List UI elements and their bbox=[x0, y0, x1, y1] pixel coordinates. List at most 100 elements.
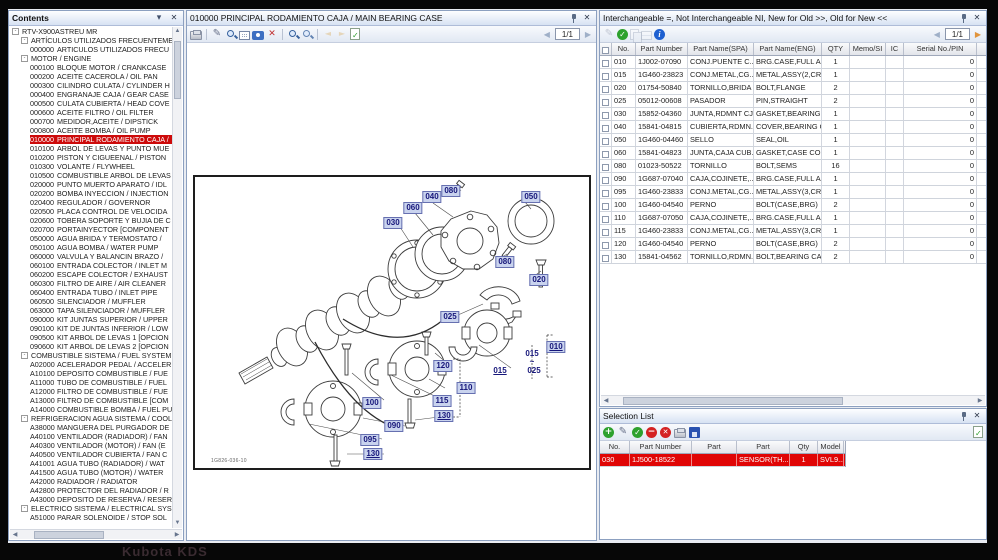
pin-icon[interactable] bbox=[959, 411, 968, 422]
cell[interactable] bbox=[600, 238, 612, 250]
pin-icon[interactable] bbox=[959, 13, 968, 24]
parts-table-row[interactable]: 04015841-04815CUBIERTA,RDMN...COVER,BEAR… bbox=[600, 121, 986, 134]
tree-item[interactable]: A40500VENTILADOR CUBIERTA / FAN C bbox=[30, 450, 172, 459]
diagram-callout[interactable]: 080 bbox=[441, 185, 460, 197]
parts-table-row[interactable]: 0501G460-04460SELLOSEAL,OIL10 bbox=[600, 134, 986, 147]
diagram-callout[interactable]: 010 bbox=[546, 341, 565, 353]
parts-table-row[interactable]: 1101G687-07050CAJA,COJINETE,...BRG.CASE,… bbox=[600, 212, 986, 225]
tree-item[interactable]: 000300CILINDRO CULATA / CYLINDER H bbox=[30, 81, 172, 90]
row-checkbox[interactable] bbox=[602, 60, 609, 67]
row-checkbox[interactable] bbox=[602, 216, 609, 223]
tree-horizontal-scrollbar[interactable]: ◀▶ bbox=[10, 529, 182, 539]
tree-item[interactable]: A13000FILTRO DE COMBUSTIBLE [COM bbox=[30, 396, 172, 405]
tree-item[interactable]: A51000PARAR SOLENOIDE / STOP SOL bbox=[30, 513, 172, 522]
cell[interactable] bbox=[600, 82, 612, 94]
parts-horizontal-scrollbar[interactable]: ◀▶ bbox=[601, 395, 985, 405]
confirm-icon[interactable] bbox=[632, 427, 643, 438]
diagram-callout[interactable]: 090 bbox=[384, 420, 403, 432]
tree-item[interactable]: A10100DEPOSITO COMBUSTIBLE / FUE bbox=[30, 369, 172, 378]
expand-icon[interactable]: - bbox=[21, 352, 28, 359]
cell[interactable] bbox=[600, 147, 612, 159]
diagram-callout[interactable]: 100 bbox=[362, 397, 381, 409]
row-checkbox[interactable] bbox=[602, 125, 609, 132]
tree-item[interactable]: A38000MANGUERA DEL PURGADOR DE bbox=[30, 423, 172, 432]
zoom-in-icon[interactable] bbox=[287, 28, 299, 40]
row-checkbox[interactable] bbox=[602, 138, 609, 145]
header-checkbox[interactable] bbox=[602, 47, 609, 54]
diagram-callout[interactable]: 080 bbox=[495, 256, 514, 268]
tree-item[interactable]: 000400ENGRANAJE CAJA / GEAR CASE bbox=[30, 90, 172, 99]
diagram-sheet[interactable]: 030060040080050080020025010015~025015120… bbox=[193, 175, 591, 470]
cell[interactable] bbox=[600, 69, 612, 81]
print-icon[interactable] bbox=[674, 429, 686, 438]
tree-item[interactable]: 000800ACEITE BOMBA / OIL PUMP bbox=[30, 126, 172, 135]
row-checkbox[interactable] bbox=[602, 112, 609, 119]
cell[interactable] bbox=[600, 95, 612, 107]
tree-item[interactable]: A12000FILTRO DE COMBUSTIBLE / FUE bbox=[30, 387, 172, 396]
tree-item[interactable]: 090500KIT ARBOL DE LEVAS 1 [OPCION bbox=[30, 333, 172, 342]
tree-item[interactable]: 050000AGUA BRIDA Y TERMOSTATO / bbox=[30, 234, 172, 243]
tree-item[interactable]: 010300VOLANTE / FLYWHEEL bbox=[30, 162, 172, 171]
tree-item[interactable]: 010200PISTON Y CIGUEENAL / PISTON bbox=[30, 153, 172, 162]
row-checkbox[interactable] bbox=[602, 73, 609, 80]
parts-table-row[interactable]: 1151G460-23833CONJ.METAL,CG...METAL,ASSY… bbox=[600, 225, 986, 238]
cell[interactable] bbox=[600, 173, 612, 185]
parts-table-row[interactable]: 02001754-50840TORNILLO,BRIDABOLT,FLANGE2… bbox=[600, 82, 986, 95]
remove-icon[interactable] bbox=[646, 427, 657, 438]
tree-item[interactable]: 060200ESCAPE COLECTOR / EXHAUST bbox=[30, 270, 172, 279]
next-view-icon[interactable] bbox=[336, 28, 348, 40]
tree-item[interactable]: 020000PUNTO MUERTO APARATO / IDL bbox=[30, 180, 172, 189]
zoom-out-icon[interactable] bbox=[301, 28, 313, 40]
camera-icon[interactable] bbox=[252, 31, 264, 40]
chevron-down-icon[interactable] bbox=[153, 12, 165, 24]
tree-item[interactable]: -MOTOR / ENGINE bbox=[21, 54, 172, 63]
tree-item[interactable]: 010000PRINCIPAL RODAMIENTO CAJA / bbox=[30, 135, 172, 144]
tree-item[interactable]: 020500PLACA CONTROL DE VELOCIDA bbox=[30, 207, 172, 216]
diagram-callout[interactable]: 025 bbox=[440, 311, 459, 323]
cell[interactable] bbox=[600, 121, 612, 133]
row-checkbox[interactable] bbox=[602, 86, 609, 93]
prev-page-icon[interactable]: ◀ bbox=[542, 30, 552, 39]
cell[interactable] bbox=[600, 212, 612, 224]
save-icon[interactable] bbox=[689, 427, 700, 438]
export-icon[interactable] bbox=[973, 426, 983, 438]
parts-table-row[interactable]: 02505012-00608PASADORPIN,STRAIGHT20 bbox=[600, 95, 986, 108]
cell[interactable] bbox=[600, 251, 612, 263]
grid-icon[interactable] bbox=[641, 31, 652, 40]
tree-item[interactable]: A14000COMBUSTIBLE BOMBA / FUEL PU bbox=[30, 405, 172, 414]
parts-table-row[interactable]: 06015841-04823JUNTA,CAJA CUB...GASKET,CA… bbox=[600, 147, 986, 160]
tree-item[interactable]: A43000DEPOSITO DE RESERVA / RESER bbox=[30, 495, 172, 504]
diagram-canvas[interactable]: 030060040080050080020025010015~025015120… bbox=[187, 43, 596, 540]
tree-item[interactable]: 090000KIT JUNTAS SUPERIOR / UPPER bbox=[30, 315, 172, 324]
close-icon[interactable] bbox=[971, 12, 983, 24]
pin-icon[interactable] bbox=[569, 13, 578, 24]
parts-table-row[interactable]: 1201G460-04540PERNOBOLT(CASE,BRG)20 bbox=[600, 238, 986, 251]
row-checkbox[interactable] bbox=[602, 255, 609, 262]
tree-item[interactable]: 020200BOMBA INYECCION / INJECTION bbox=[30, 189, 172, 198]
tree-item[interactable]: 000200ACEITE CACEROLA / OIL PAN bbox=[30, 72, 172, 81]
edit-disabled-icon[interactable] bbox=[603, 28, 615, 40]
next-page-icon[interactable]: ▶ bbox=[973, 30, 983, 39]
tree-item[interactable]: -COMBUSTIBLE SISTEMA / FUEL SYSTEM bbox=[21, 351, 172, 360]
diagram-callout[interactable]: 020 bbox=[529, 274, 548, 286]
next-page-icon[interactable]: ▶ bbox=[583, 30, 593, 39]
prev-page-icon[interactable]: ◀ bbox=[932, 30, 942, 39]
parts-table-row[interactable]: 13015841-04562TORNILLO,RDMN...BOLT,BEARI… bbox=[600, 251, 986, 264]
delete-icon[interactable] bbox=[266, 28, 278, 40]
parts-table-row[interactable]: 0951G460-23833CONJ.METAL,CG...METAL,ASSY… bbox=[600, 186, 986, 199]
tree-item[interactable]: 060400ENTRADA TUBO / INLET PIPE bbox=[30, 288, 172, 297]
confirm-icon[interactable] bbox=[617, 29, 628, 40]
parts-table-row[interactable]: 1001G460-04540PERNOBOLT(CASE,BRG)20 bbox=[600, 199, 986, 212]
diagram-callout[interactable]: 040 bbox=[422, 191, 441, 203]
row-checkbox[interactable] bbox=[602, 242, 609, 249]
tree-item[interactable]: 020600TOBERA SOPORTE Y BUJIA DE C bbox=[30, 216, 172, 225]
row-checkbox[interactable] bbox=[602, 190, 609, 197]
edit-icon[interactable] bbox=[211, 28, 223, 40]
expand-icon[interactable]: - bbox=[12, 28, 19, 35]
cell[interactable] bbox=[600, 134, 612, 146]
tree-item[interactable]: 020400REGULADOR / GOVERNOR bbox=[30, 198, 172, 207]
tree-item[interactable]: A41001AGUA TUBO (RADIADOR) / WAT bbox=[30, 459, 172, 468]
tree-item[interactable]: 063000TAPA SILENCIADOR / MUFFLER bbox=[30, 306, 172, 315]
tree-item[interactable]: -ARTÍCULOS UTILIZADOS FRECUENTEMENTE bbox=[21, 36, 172, 45]
tree-item[interactable]: A11000TUBO DE COMBUSTIBLE / FUEL bbox=[30, 378, 172, 387]
